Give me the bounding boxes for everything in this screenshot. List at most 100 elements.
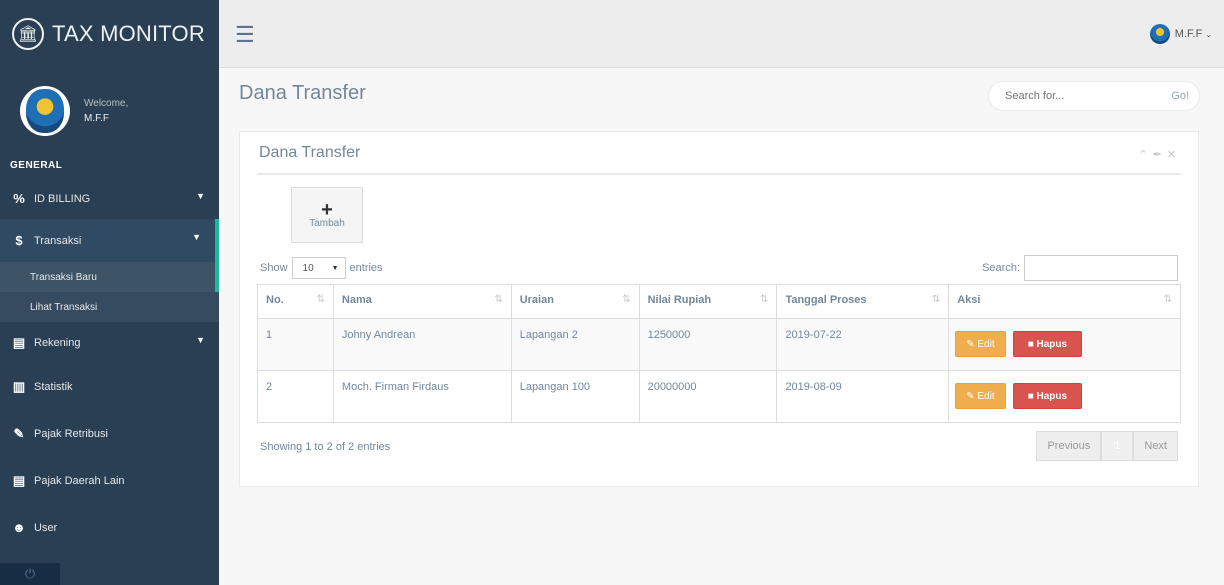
sidebar-item-label: Transaksi xyxy=(34,234,82,247)
brand[interactable]: 🏛 TAX MONITOR xyxy=(0,0,219,68)
sidebar-item-label: Pajak Retribusi xyxy=(34,427,108,440)
table-search-input[interactable] xyxy=(1024,255,1178,281)
sidebar-item-label: Pajak Daerah Lain xyxy=(34,474,125,487)
table-search: Search: xyxy=(982,255,1178,281)
page-button-current[interactable]: 1 xyxy=(1101,431,1134,461)
panel: Dana Transfer ⌃✒✕ + Tambah Show 10 ▼ ent… xyxy=(239,131,1199,487)
sidebar-item-rekening[interactable]: ▤ Rekening ▼ xyxy=(0,322,219,363)
cell-no: 2 xyxy=(257,370,334,423)
cell-tanggal: 2019-07-22 xyxy=(776,318,950,371)
sidebar-item-id-billing[interactable]: % ID BILLING ▼ xyxy=(0,178,219,219)
panel-header: Dana Transfer ⌃✒✕ xyxy=(257,142,1181,175)
table-row: 2 Moch. Firman Firdaus Lapangan 100 2000… xyxy=(257,370,1181,423)
sidebar-subitem-transaksi-baru[interactable]: Transaksi Baru xyxy=(0,262,219,292)
cell-uraian: Lapangan 100 xyxy=(510,370,640,423)
edit-button[interactable]: ✎ Edit xyxy=(955,331,1006,357)
delete-button[interactable]: ■ Hapus xyxy=(1012,383,1083,409)
next-button[interactable]: Next xyxy=(1133,431,1178,461)
user-menu[interactable]: M.F.F ⌄ xyxy=(1149,24,1212,44)
chevron-down-icon: ▼ xyxy=(196,335,205,345)
table-search-label: Search: xyxy=(982,262,1020,274)
sidebar-item-pajak-retribusi[interactable]: ✎ Pajak Retribusi xyxy=(0,410,219,457)
cell-uraian: Lapangan 2 xyxy=(510,318,640,371)
sidebar-item-transaksi[interactable]: $ Transaksi ▼ xyxy=(0,219,219,262)
panel-tools: ⌃✒✕ xyxy=(1138,148,1181,161)
edit-icon: ✎ xyxy=(13,425,25,441)
go-button[interactable]: Go! xyxy=(1171,90,1199,102)
column-header-uraian[interactable]: Uraian ⇅ xyxy=(510,284,640,319)
entries-label: entries xyxy=(349,262,383,274)
sidebar-item-statistik[interactable]: ▥ Statistik xyxy=(0,363,219,410)
list-icon: ▤ xyxy=(12,472,26,488)
sort-icon: ⇅ xyxy=(1163,294,1172,305)
top-nav: ☰ M.F.F ⌄ xyxy=(219,0,1224,68)
sort-icon: ⇅ xyxy=(622,294,631,305)
page-size-select[interactable]: 10 ▼ xyxy=(291,257,346,279)
sub-nav: Transaksi Baru Lihat Transaksi xyxy=(0,262,219,322)
sidebar-item-user[interactable]: ☻ User xyxy=(0,504,219,551)
user-avatar xyxy=(1149,24,1170,44)
sidebar-item-label: Rekening xyxy=(34,336,81,349)
trash-icon: ■ xyxy=(1027,391,1034,402)
cell-nama: Johny Andrean xyxy=(332,318,512,371)
column-header-tanggal-proses[interactable]: Tanggal Proses ⇅ xyxy=(776,284,950,319)
plus-icon: + xyxy=(321,198,333,221)
sidebar-subitem-lihat-transaksi[interactable]: Lihat Transaksi xyxy=(0,292,219,322)
edit-icon: ✎ xyxy=(966,391,975,402)
brand-title: TAX MONITOR xyxy=(52,21,205,46)
avatar xyxy=(20,86,70,136)
power-icon: ⏻ xyxy=(24,566,36,581)
profile: Welcome, M.F.F xyxy=(0,68,219,148)
collapse-icon[interactable]: ⌃ xyxy=(1138,149,1152,161)
data-table: No. ⇅ Nama ⇅ Uraian ⇅ Nilai Rupiah ⇅ Tanggal… xyxy=(257,284,1181,423)
edit-icon: ✎ xyxy=(966,339,975,350)
logout-button[interactable]: ⏻ xyxy=(0,563,60,585)
chevron-down-icon: ⌄ xyxy=(1205,29,1212,39)
search-input[interactable] xyxy=(989,90,1172,102)
sidebar-item-pajak-daerah-lain[interactable]: ▤ Pajak Daerah Lain xyxy=(0,457,219,504)
edit-button[interactable]: ✎ Edit xyxy=(955,383,1006,409)
wrench-icon[interactable]: ✒ xyxy=(1153,149,1167,161)
column-header-no[interactable]: No. ⇅ xyxy=(257,284,334,319)
sort-asc-icon: ⇅ xyxy=(316,294,325,305)
sidebar-item-label: ID BILLING xyxy=(34,192,91,205)
main-content: Dana Transfer Go! Dana Transfer ⌃✒✕ + Ta… xyxy=(219,68,1224,585)
sidebar: 🏛 TAX MONITOR Welcome, M.F.F GENERAL % I… xyxy=(0,0,219,585)
page-size-value: 10 xyxy=(302,262,314,274)
card-icon: ▤ xyxy=(12,334,26,350)
table-info: Showing 1 to 2 of 2 entries xyxy=(260,441,391,453)
sidebar-item-label: User xyxy=(34,521,58,534)
column-header-aksi[interactable]: Aksi ⇅ xyxy=(948,284,1181,319)
caret-down-icon: ▼ xyxy=(331,264,339,272)
welcome-text: Welcome, xyxy=(84,98,129,109)
page-title: Dana Transfer xyxy=(239,82,366,104)
cell-nilai: 1250000 xyxy=(638,318,778,371)
table-row: 1 Johny Andrean Lapangan 2 1250000 2019-… xyxy=(257,318,1181,371)
chevron-down-icon: ▼ xyxy=(192,232,201,242)
add-button[interactable]: + Tambah xyxy=(291,187,363,243)
column-header-nama[interactable]: Nama ⇅ xyxy=(332,284,512,319)
cell-aksi: ✎ Edit ■ Hapus xyxy=(948,370,1181,423)
cell-tanggal: 2019-08-09 xyxy=(776,370,950,423)
previous-button[interactable]: Previous xyxy=(1036,431,1102,461)
pagination: Previous 1 Next xyxy=(1036,431,1178,461)
table-header-row: No. ⇅ Nama ⇅ Uraian ⇅ Nilai Rupiah ⇅ Tanggal… xyxy=(257,284,1181,319)
column-header-nilai-rupiah[interactable]: Nilai Rupiah ⇅ xyxy=(638,284,778,319)
cell-nilai: 20000000 xyxy=(638,370,778,423)
show-label: Show xyxy=(260,262,288,274)
bar-chart-icon: ▥ xyxy=(12,378,26,394)
sort-icon: ⇅ xyxy=(760,294,769,305)
cell-aksi: ✎ Edit ■ Hapus xyxy=(948,318,1181,371)
cell-nama: Moch. Firman Firdaus xyxy=(332,370,512,423)
cell-no: 1 xyxy=(257,318,334,371)
sidebar-item-label: Statistik xyxy=(34,380,73,393)
trash-icon: ■ xyxy=(1027,339,1034,350)
percent-icon: % xyxy=(13,191,25,206)
panel-title: Dana Transfer xyxy=(259,144,361,161)
menu-toggle-icon[interactable]: ☰ xyxy=(235,22,255,48)
length-control: Show 10 ▼ entries xyxy=(260,257,383,279)
close-icon[interactable]: ✕ xyxy=(1167,149,1181,161)
add-button-label: Tambah xyxy=(309,217,345,229)
delete-button[interactable]: ■ Hapus xyxy=(1012,331,1083,357)
users-icon: ☻ xyxy=(12,520,26,535)
